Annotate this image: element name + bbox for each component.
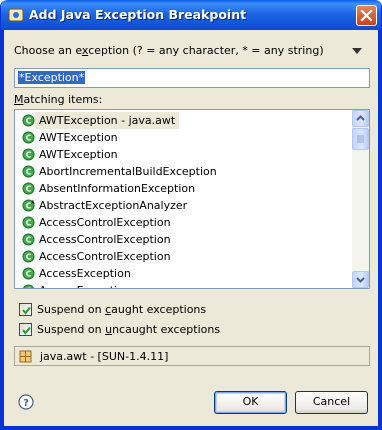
svg-text:C: C <box>26 219 32 228</box>
list-item-label: AccessControlException <box>39 250 171 263</box>
list-item[interactable]: C AbsentInformationException <box>15 180 351 197</box>
package-icon <box>19 350 32 363</box>
class-icon: C <box>22 267 35 280</box>
location-text: java.awt - [SUN-1.4.11] <box>40 350 169 363</box>
scroll-up-icon <box>356 115 365 121</box>
suspend-caught-checkbox[interactable] <box>19 303 32 316</box>
dialog-client-area: Choose an exception (? = any character, … <box>4 30 378 427</box>
matching-items-label: Matching items: <box>14 93 103 106</box>
list-items-container: C AWTException - java.awt C AWTException C AW… <box>15 112 351 289</box>
svg-text:C: C <box>26 236 32 245</box>
scroll-grip-icon <box>357 135 364 143</box>
help-icon[interactable]: ? <box>18 394 34 410</box>
filter-input-value: *Exception* <box>18 71 86 84</box>
class-icon: C <box>22 131 35 144</box>
svg-text:C: C <box>26 117 32 126</box>
class-icon: C <box>23 284 34 289</box>
class-icon: C <box>22 182 35 195</box>
debug-breakpoint-icon <box>8 8 24 22</box>
list-item-label: AccessException <box>39 282 131 288</box>
list-item-label: AbortIncrementalBuildException <box>39 165 217 178</box>
suspend-caught-label: Suspend on caught exceptions <box>37 303 207 316</box>
class-icon: C <box>22 233 35 246</box>
list-item[interactable]: C A AbstractExceptionAnalyzer <box>15 197 351 214</box>
list-item-label: AWTException - java.awt <box>35 112 180 129</box>
svg-text:A: A <box>31 200 35 206</box>
filter-input[interactable]: *Exception* <box>14 68 370 88</box>
ok-button[interactable]: OK <box>214 391 287 414</box>
svg-text:?: ? <box>23 398 29 409</box>
vertical-scrollbar[interactable] <box>352 110 369 288</box>
list-item[interactable]: C AWTException <box>15 146 351 163</box>
close-icon <box>360 9 373 22</box>
list-item-label: AccessControlException <box>39 233 171 246</box>
close-button[interactable] <box>356 5 377 26</box>
dropdown-arrow-icon[interactable] <box>351 47 363 55</box>
filter-label: Choose an exception (? = any character, … <box>14 44 324 57</box>
svg-text:C: C <box>26 287 32 289</box>
checkmark-icon <box>22 326 31 335</box>
list-item-label: AWTException <box>39 148 118 161</box>
suspend-uncaught-checkbox[interactable] <box>19 323 32 336</box>
list-item[interactable]: C AWTException - java.awt <box>15 112 351 129</box>
list-item-label: AbstractExceptionAnalyzer <box>39 199 188 212</box>
svg-text:C: C <box>26 168 32 177</box>
svg-text:C: C <box>26 270 32 279</box>
list-item[interactable]: C AccessException <box>15 282 351 289</box>
suspend-uncaught-label: Suspend on uncaught exceptions <box>37 323 221 336</box>
scroll-thumb[interactable] <box>352 128 369 150</box>
svg-text:C: C <box>26 253 32 262</box>
scroll-down-icon <box>356 277 365 283</box>
list-item-label: AbsentInformationException <box>39 182 196 195</box>
window-frame-left <box>1 30 4 429</box>
list-item[interactable]: C AccessControlException <box>15 214 351 231</box>
svg-text:C: C <box>26 185 32 194</box>
list-item[interactable]: C AWTException <box>15 129 351 146</box>
scroll-down-button[interactable] <box>352 271 369 288</box>
svg-text:C: C <box>26 134 32 143</box>
list-item-label: AccessException <box>39 267 131 280</box>
list-item[interactable]: C AccessControlException <box>15 248 351 265</box>
window-frame-right <box>378 30 381 429</box>
dialog-title: Add Java Exception Breakpoint <box>29 7 247 22</box>
location-status-bar: java.awt - [SUN-1.4.11] <box>14 346 370 366</box>
list-item[interactable]: C AbortIncrementalBuildException <box>15 163 351 180</box>
svg-text:C: C <box>26 151 32 160</box>
class-icon: C <box>22 148 35 161</box>
list-item-label: AccessControlException <box>39 216 171 229</box>
abstract-class-icon: CA <box>22 199 35 212</box>
list-item[interactable]: C AccessException <box>15 265 351 282</box>
dialog-window: Add Java Exception Breakpoint Choose an … <box>0 0 382 430</box>
class-icon: C <box>22 250 35 263</box>
checkmark-icon <box>22 306 31 315</box>
scroll-up-button[interactable] <box>352 110 369 127</box>
class-icon: C <box>22 165 35 178</box>
window-frame-bottom <box>1 426 381 429</box>
title-bar[interactable]: Add Java Exception Breakpoint <box>1 0 381 30</box>
cancel-button[interactable]: Cancel <box>295 391 368 414</box>
list-item-label: AWTException <box>39 131 118 144</box>
matching-items-list[interactable]: C AWTException - java.awt C AWTException C AW… <box>14 109 370 289</box>
class-icon: C <box>22 216 35 229</box>
class-icon: C <box>22 114 35 127</box>
list-item[interactable]: C AccessControlException <box>15 231 351 248</box>
